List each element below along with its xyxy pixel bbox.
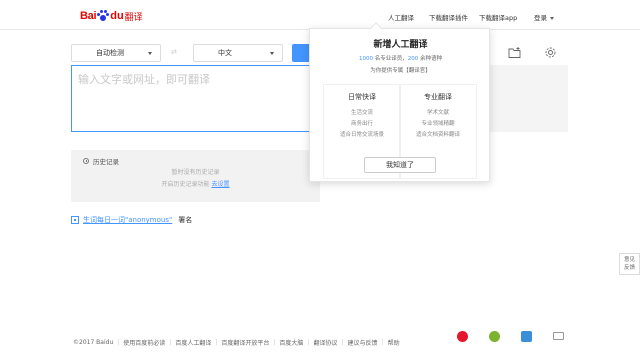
daily-word-icon xyxy=(71,216,79,224)
chevron-down-icon xyxy=(270,52,274,55)
chevron-down-icon xyxy=(550,16,554,20)
popup-subtitle-2: 为你提供专属【翻译官】 xyxy=(370,68,431,74)
daily-col-item: 适合日常交流场景 xyxy=(339,132,384,138)
nav-download-app[interactable]: 下载翻译app xyxy=(479,12,517,22)
got-it-button[interactable]: 我知道了 xyxy=(364,157,436,173)
daily-word-link[interactable]: 生词每日一词"anonymous" xyxy=(83,215,172,225)
popup-subtitle: 1000 名专业译员，200 余种语种 xyxy=(310,54,491,62)
logo-text-bai: Bai xyxy=(80,10,97,22)
weibo-icon[interactable] xyxy=(457,331,468,342)
daily-word: 生词每日一词"anonymous" 署名 xyxy=(71,215,192,225)
daily-col-item: 生活交流 xyxy=(350,110,373,116)
chevron-down-icon xyxy=(148,52,152,55)
nav-login[interactable]: 登录 xyxy=(534,12,554,22)
source-text-input[interactable] xyxy=(72,66,319,131)
pro-col-item: 专业领域精翻 xyxy=(421,121,455,127)
footer-separator: | xyxy=(169,339,172,346)
footer-link[interactable]: 使用百度前必读 xyxy=(123,338,165,347)
logo-text-fanyi: 翻译 xyxy=(124,12,143,23)
paw-icon xyxy=(97,10,110,22)
history-title: 历史记录 xyxy=(83,156,119,166)
footer-separator: | xyxy=(215,339,218,346)
feedback-line2: 反馈 xyxy=(623,265,635,271)
footer-separator: | xyxy=(341,339,344,346)
human-translation-popup: 新增人工翻译 1000 名专业译员，200 余种语种 为你提供专属【翻译官】 日… xyxy=(309,22,491,182)
source-language-select[interactable]: 自动检测 xyxy=(71,44,161,62)
gear-icon[interactable] xyxy=(544,46,557,59)
footer-link[interactable]: 百度人工翻译 xyxy=(175,338,211,347)
popup-title: 新增人工翻译 xyxy=(373,40,428,50)
footer-link[interactable]: 百度翻译开放平台 xyxy=(221,338,269,347)
source-text-area[interactable] xyxy=(71,65,320,132)
daily-col-title: 日常快译 xyxy=(348,93,376,101)
translation-output-area xyxy=(490,65,568,132)
logo-text-du: du xyxy=(110,10,124,22)
footer-link[interactable]: 建议与反馈 xyxy=(348,338,378,347)
feedback-tab[interactable]: 意见 反馈 xyxy=(619,253,640,275)
login-label: 登录 xyxy=(534,14,547,22)
footer-separator: | xyxy=(273,339,276,346)
top-header: Bai du 翻译 人工翻译 下载翻译插件 下载翻译app 登录 xyxy=(0,0,640,30)
subtitle-tail: 余种语种 xyxy=(418,56,442,62)
folder-add-icon[interactable] xyxy=(508,46,521,59)
footer-link[interactable]: 百度大脑 xyxy=(279,338,303,347)
history-empty-text: 暂时没有历史记录 xyxy=(171,169,220,176)
target-language-select[interactable]: 中文 xyxy=(193,44,283,62)
tieba-icon[interactable] xyxy=(521,331,532,342)
daily-col-item: 商务出行 xyxy=(350,121,373,127)
history-panel: 历史记录 暂时没有历史记录 开启历史记录功能 去设置 xyxy=(71,150,320,202)
wechat-icon[interactable] xyxy=(489,331,500,342)
pro-col-item: 适合文档资料翻译 xyxy=(415,132,460,138)
history-enable-text: 开启历史记录功能 去设置 xyxy=(71,179,320,188)
target-language-label: 中文 xyxy=(218,49,232,57)
pro-col-item: 学术文献 xyxy=(426,110,449,116)
mail-icon[interactable] xyxy=(553,332,564,340)
history-settings-link[interactable]: 去设置 xyxy=(211,181,229,188)
feedback-line1: 意见 xyxy=(623,257,635,263)
baidu-translate-logo[interactable]: Bai du 翻译 xyxy=(80,9,143,23)
footer-separator: | xyxy=(117,339,120,346)
source-language-label: 自动检测 xyxy=(96,49,124,57)
subtitle-mid: 名专业译员， xyxy=(373,56,408,62)
copyright-text: ©2017 Baidu xyxy=(73,339,114,346)
footer-link[interactable]: 翻译协议 xyxy=(313,338,337,347)
pro-col-title: 专业翻译 xyxy=(424,93,452,101)
language-count: 200 xyxy=(407,56,419,62)
footer-separator: | xyxy=(307,339,310,346)
translator-count: 1000 xyxy=(359,56,373,62)
footer-link[interactable]: 帮助 xyxy=(388,338,400,347)
clock-icon xyxy=(83,158,89,164)
footer-separator: | xyxy=(381,339,384,346)
nav-download-plugin[interactable]: 下载翻译插件 xyxy=(429,12,468,22)
history-title-label: 历史记录 xyxy=(93,158,119,166)
history-enable-prefix: 开启历史记录功能 xyxy=(161,181,212,188)
swap-languages-button[interactable]: ⇄ xyxy=(171,48,177,56)
nav-human-translation[interactable]: 人工翻译 xyxy=(388,12,414,22)
daily-word-signature: 署名 xyxy=(178,216,193,224)
footer-links: ©2017 Baidu | 使用百度前必读 | 百度人工翻译 | 百度翻译开放平台 | 百度大脑… xyxy=(73,338,400,347)
